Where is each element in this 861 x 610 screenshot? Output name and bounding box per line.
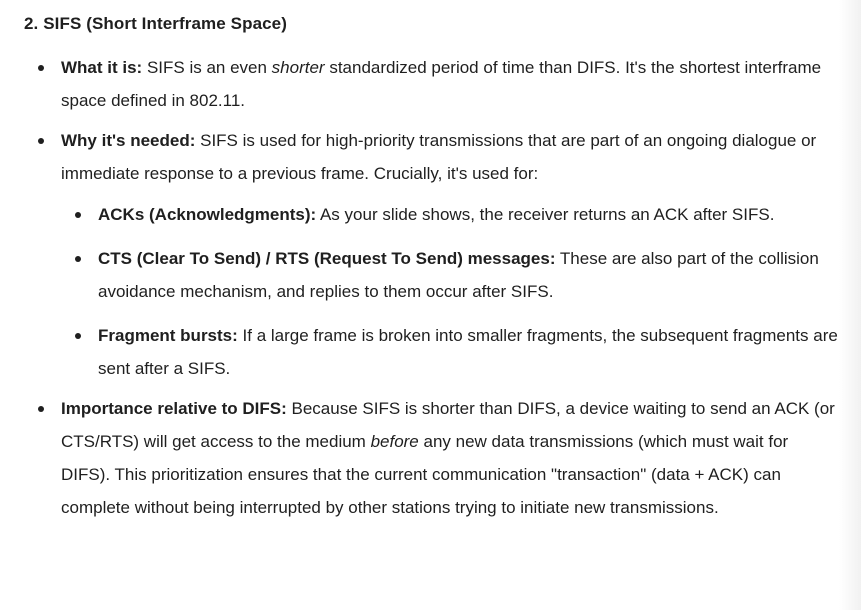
bullet-importance: Importance relative to DIFS: Because SIF… <box>24 392 839 524</box>
bullet-what-it-is: What it is: SIFS is an even shorter stan… <box>24 51 839 117</box>
section-heading: 2. SIFS (Short Interframe Space) <box>24 14 287 33</box>
sub-bullet-text: As your slide shows, the receiver return… <box>316 205 775 224</box>
response-content: 2. SIFS (Short Interframe Space) What it… <box>24 12 839 531</box>
bullet-text: SIFS is an even <box>142 58 272 77</box>
bullet-list: What it is: SIFS is an even shorter stan… <box>24 51 839 524</box>
bullet-label: Importance relative to DIFS: <box>61 399 287 418</box>
sub-bullet-list: ACKs (Acknowledgments): As your slide sh… <box>61 198 839 385</box>
sub-bullet-label: CTS (Clear To Send) / RTS (Request To Se… <box>98 249 556 268</box>
sub-bullet-fragment-bursts: Fragment bursts: If a large frame is bro… <box>61 319 839 385</box>
bullet-why-needed: Why it's needed: SIFS is used for high-p… <box>24 124 839 385</box>
sub-bullet-label: Fragment bursts: <box>98 326 238 345</box>
bullet-emphasis: shorter <box>271 58 325 77</box>
bullet-label: Why it's needed: <box>61 131 196 150</box>
sub-bullet-acks: ACKs (Acknowledgments): As your slide sh… <box>61 198 839 231</box>
bullet-emphasis: before <box>370 432 419 451</box>
bullet-label: What it is: <box>61 58 143 77</box>
scroll-edge-shadow <box>839 0 861 610</box>
sub-bullet-label: ACKs (Acknowledgments): <box>98 205 317 224</box>
sub-bullet-cts-rts: CTS (Clear To Send) / RTS (Request To Se… <box>61 242 839 308</box>
